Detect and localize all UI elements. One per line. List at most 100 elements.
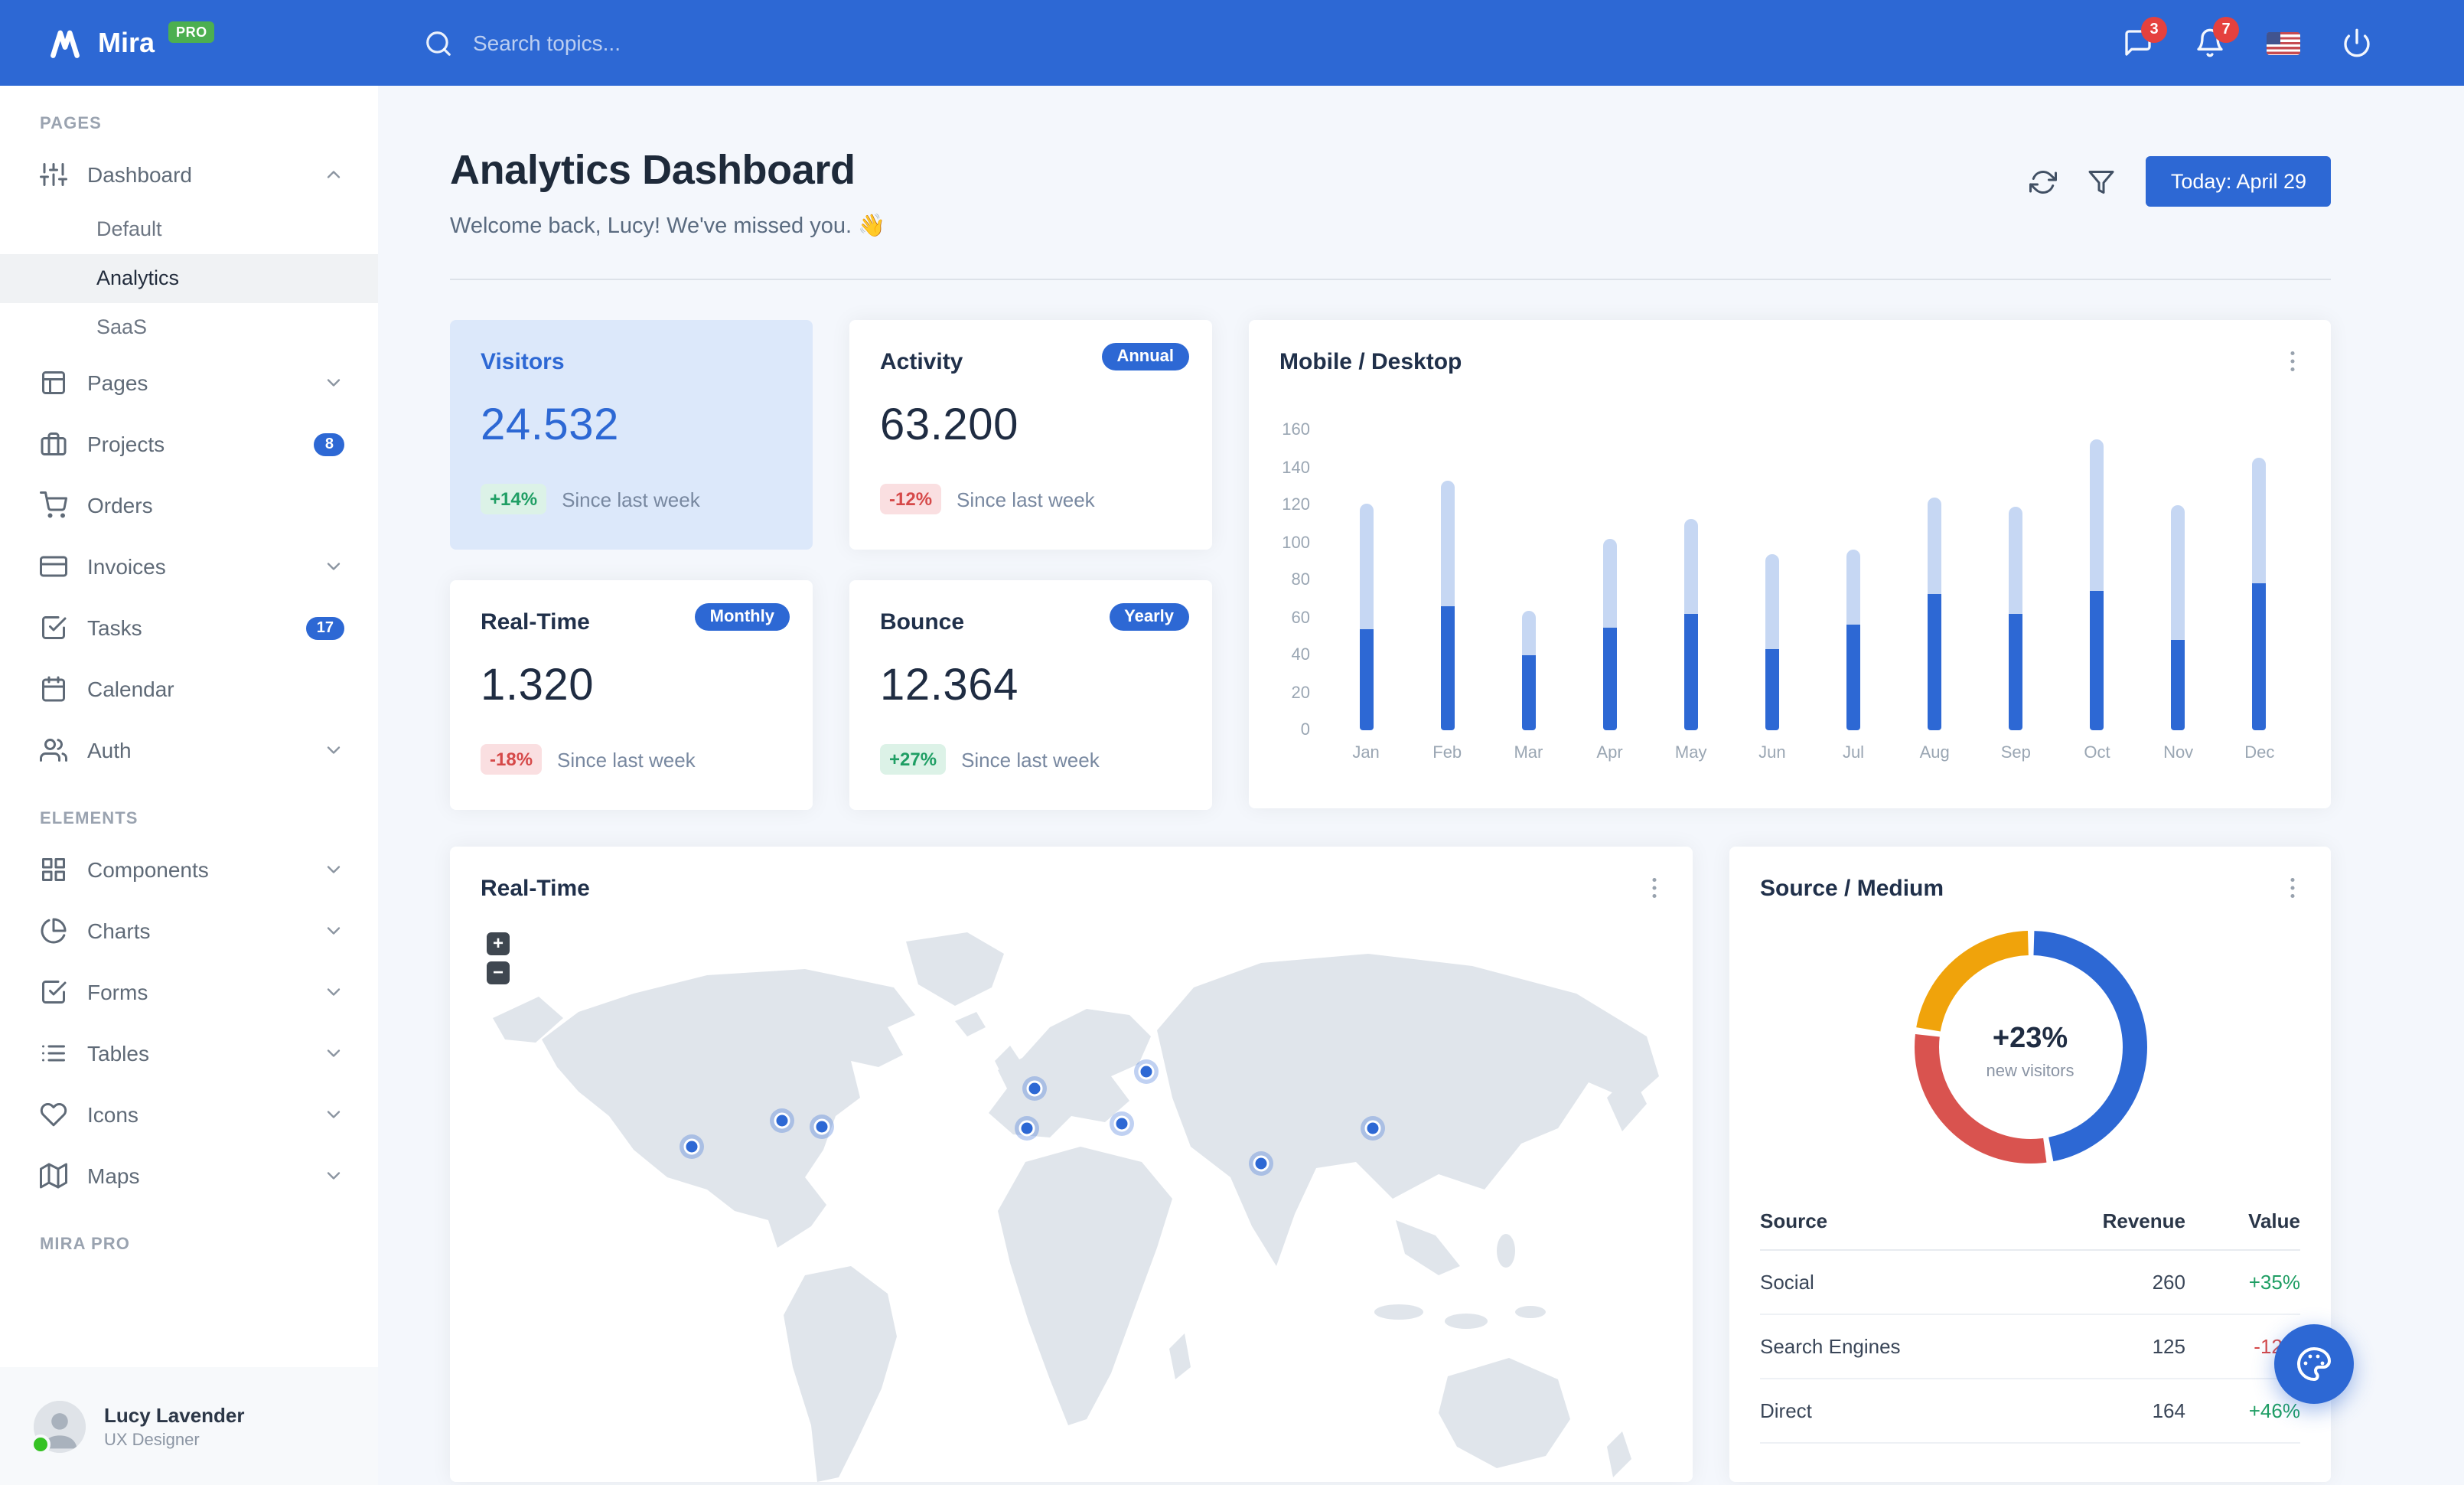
zoom-out-button[interactable]: − xyxy=(487,961,510,984)
period-pill[interactable]: Yearly xyxy=(1109,603,1189,631)
world-map[interactable] xyxy=(450,920,1693,1482)
sidebar-item-orders[interactable]: Orders xyxy=(0,475,378,536)
period-pill[interactable]: Monthly xyxy=(694,603,790,631)
sidebar-item-label: Icons xyxy=(87,1102,139,1127)
us-flag-icon xyxy=(2267,31,2300,54)
user-role: UX Designer xyxy=(104,1431,200,1449)
brand[interactable]: Mira PRO xyxy=(0,21,378,62)
sidebar-count-badge: 17 xyxy=(305,616,344,639)
sidebar-subitem-analytics[interactable]: Analytics xyxy=(0,254,378,303)
map-marker[interactable] xyxy=(770,1108,794,1133)
filter-button[interactable] xyxy=(2088,168,2116,195)
stat-card-real-time: Real-Time Monthly 1.320 -18% Since last … xyxy=(450,580,813,810)
bar-aug xyxy=(1928,498,1942,730)
x-tick-label: May xyxy=(1674,744,1707,762)
bar-slot xyxy=(2056,430,2137,730)
sidebar-item-auth[interactable]: Auth xyxy=(0,720,378,781)
period-pill[interactable]: Annual xyxy=(1101,343,1189,370)
messages-button[interactable]: 3 xyxy=(2123,17,2167,58)
notifications-button[interactable]: 7 xyxy=(2195,17,2239,58)
sidebar-item-charts[interactable]: Charts xyxy=(0,900,378,961)
zoom-in-button[interactable]: + xyxy=(487,932,510,955)
sidebar-count-badge: 8 xyxy=(314,432,344,455)
chevron-down-icon xyxy=(327,1111,341,1118)
sidebar-item-components[interactable]: Components xyxy=(0,839,378,900)
stat-value: 63.200 xyxy=(880,401,1019,450)
date-range-button[interactable]: Today: April 29 xyxy=(2146,156,2331,207)
sign-out-button[interactable] xyxy=(2342,28,2372,58)
sidebar-subitem-saas[interactable]: SaaS xyxy=(0,303,378,352)
map-marker[interactable] xyxy=(1361,1116,1385,1141)
card-menu-button[interactable] xyxy=(2279,348,2306,375)
power-icon xyxy=(2344,28,2370,57)
col-header-value: Value xyxy=(2185,1197,2300,1251)
bar-nov xyxy=(2171,505,2185,730)
stat-caption: Since last week xyxy=(961,748,1100,771)
map-marker[interactable] xyxy=(1110,1111,1134,1136)
sidebar-item-forms[interactable]: Forms xyxy=(0,961,378,1023)
bar-chart-plot xyxy=(1325,430,2300,730)
y-tick-label: 160 xyxy=(1282,421,1310,439)
stat-card-visitors: Visitors 24.532 +14% Since last week xyxy=(450,320,813,550)
card-menu-button[interactable] xyxy=(2279,874,2306,902)
page-header: Analytics Dashboard Welcome back, Lucy! … xyxy=(450,147,2331,239)
top-navbar: Mira PRO 3 7 xyxy=(0,0,2464,86)
header-actions: Today: April 29 xyxy=(2029,156,2331,207)
sidebar-item-tasks[interactable]: Tasks 17 xyxy=(0,597,378,658)
sidebar-item-invoices[interactable]: Invoices xyxy=(0,536,378,597)
stat-value: 1.320 xyxy=(481,661,595,710)
avatar xyxy=(31,1400,86,1454)
card-menu-button[interactable] xyxy=(1641,874,1668,902)
chevron-down-icon xyxy=(327,563,341,570)
stat-title: Visitors xyxy=(481,349,565,375)
x-tick-label: Jan xyxy=(1352,744,1380,762)
sidebar-item-label: Charts xyxy=(87,919,151,943)
map-marker[interactable] xyxy=(1022,1076,1047,1101)
sidebar-item-projects[interactable]: Projects 8 xyxy=(0,413,378,475)
y-tick-label: 80 xyxy=(1291,571,1311,589)
map-marker[interactable] xyxy=(1134,1059,1159,1084)
users-icon xyxy=(40,739,67,762)
brand-name: Mira xyxy=(98,27,155,57)
sidebar-item-icons[interactable]: Icons xyxy=(0,1084,378,1145)
bar-slot xyxy=(1325,430,1406,730)
sidebar-item-label: Forms xyxy=(87,980,148,1004)
bar-may xyxy=(1683,518,1698,730)
chevron-down-icon xyxy=(327,866,341,873)
bar-slot xyxy=(1406,430,1488,730)
map-marker[interactable] xyxy=(1015,1116,1039,1141)
bar-dec xyxy=(2252,458,2267,730)
bar-slot xyxy=(2219,430,2300,730)
chevron-down-icon xyxy=(327,1172,341,1180)
sidebar-item-label: Pages xyxy=(87,370,148,395)
sidebar-item-tables[interactable]: Tables xyxy=(0,1023,378,1084)
sidebar-item-calendar[interactable]: Calendar xyxy=(0,658,378,720)
x-tick-label: Sep xyxy=(2000,744,2031,762)
map-marker[interactable] xyxy=(810,1115,834,1139)
cell-revenue: 125 xyxy=(2048,1314,2185,1379)
sidebar-subitem-default[interactable]: Default xyxy=(0,205,378,254)
theme-settings-fab[interactable] xyxy=(2274,1324,2354,1404)
bar-slot xyxy=(1488,430,1569,730)
chevron-down-icon xyxy=(327,379,341,387)
sidebar-item-dashboard[interactable]: Dashboard xyxy=(0,144,378,205)
header-divider xyxy=(450,279,2331,280)
sidebar-item-pages[interactable]: Pages xyxy=(0,352,378,413)
map-marker[interactable] xyxy=(1249,1151,1273,1176)
sidebar-section-header: MIRA PRO xyxy=(40,1235,130,1254)
notifications-count-badge: 7 xyxy=(2213,17,2239,43)
navbar-search xyxy=(424,28,813,57)
donut-center-label: +23% new visitors xyxy=(1900,917,2160,1185)
stat-caption: Since last week xyxy=(957,488,1095,511)
sidebar-user[interactable]: Lucy Lavender UX Designer xyxy=(0,1367,378,1485)
filter-icon xyxy=(2089,170,2115,193)
refresh-icon xyxy=(2029,170,2058,193)
sidebar-item-maps[interactable]: Maps xyxy=(0,1145,378,1206)
stat-caption: Since last week xyxy=(557,748,696,771)
refresh-button[interactable] xyxy=(2029,168,2058,195)
language-flag-button[interactable] xyxy=(2267,31,2300,54)
bar-slot xyxy=(2138,430,2219,730)
bar-slot xyxy=(1732,430,1813,730)
map-marker[interactable] xyxy=(680,1134,704,1159)
search-input[interactable] xyxy=(470,29,813,57)
